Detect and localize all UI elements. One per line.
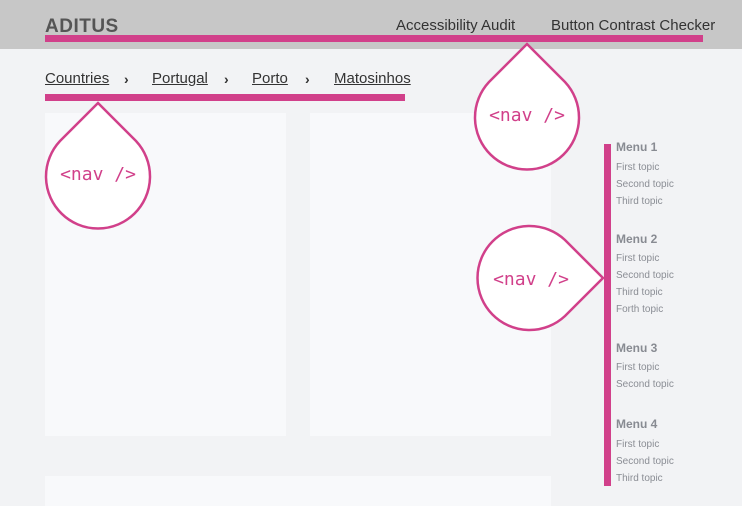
nav-callouts: <nav /> <nav /> <nav /> xyxy=(44,42,605,332)
callout-header-label: <nav /> xyxy=(489,105,565,126)
callout-header-nav: <nav /> xyxy=(473,42,581,171)
callout-side-menu-nav: <nav /> xyxy=(476,224,605,332)
callout-breadcrumb-label: <nav /> xyxy=(60,164,136,185)
callout-side-menu-label: <nav /> xyxy=(493,269,569,290)
callout-breadcrumb-nav: <nav /> xyxy=(44,101,152,230)
